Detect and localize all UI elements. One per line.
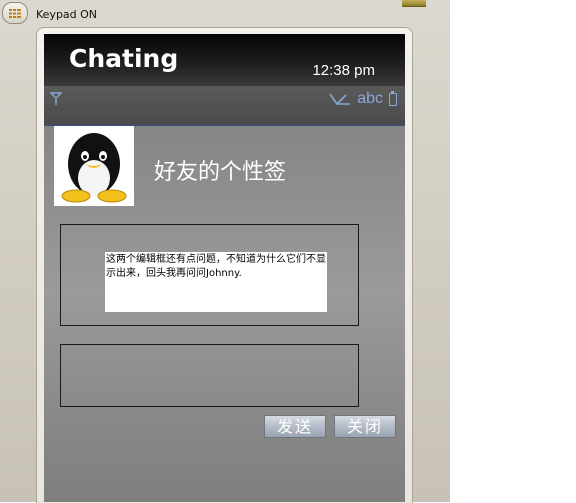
penguin-icon: [54, 126, 134, 206]
input-mode-label: abc: [357, 90, 383, 107]
pen-input-icon: [329, 93, 351, 105]
keypad-icon[interactable]: [2, 2, 28, 24]
phone-screen: Chating 12:38 pm abc 好友的个性签 这两个编辑框还有点问题，…: [44, 34, 405, 502]
status-right: abc: [329, 90, 397, 108]
message-input[interactable]: [60, 344, 359, 407]
friend-signature: 好友的个性签: [154, 160, 287, 185]
emulator-window: Keypad ON Chating 12:38 pm abc 好友的个性签 这两…: [0, 0, 450, 503]
signal-icon: [50, 92, 62, 105]
message-text: 这两个编辑框还有点问题，不知道为什么它们不显示出来，回头我再问问Johnny.: [105, 252, 327, 312]
battery-icon: [389, 90, 397, 106]
corner-icon: [402, 0, 426, 7]
title-bar: Chating 12:38 pm: [44, 34, 405, 86]
keypad-status-label: Keypad ON: [36, 8, 98, 21]
message-display-box[interactable]: 这两个编辑框还有点问题，不知道为什么它们不显示出来，回头我再问问Johnny.: [60, 224, 359, 326]
clock: 12:38 pm: [312, 62, 375, 79]
send-button[interactable]: 发送: [264, 415, 326, 438]
status-bar: abc: [44, 86, 405, 126]
close-button[interactable]: 关闭: [334, 415, 396, 438]
app-title: Chating: [69, 44, 179, 73]
avatar: [54, 126, 134, 206]
